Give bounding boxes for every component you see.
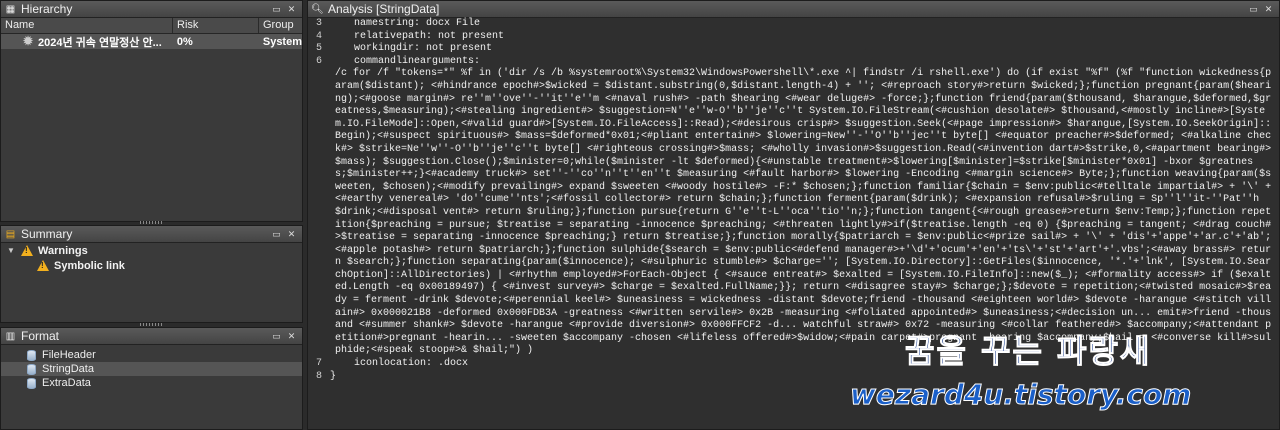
- summary-icon: ▤: [5, 228, 16, 240]
- tree-label-symbolic-link: Symbolic link: [54, 259, 125, 272]
- analysis-pane: 🔍︎ Analysis [StringData] ▭ ✕ 3 namestrin…: [307, 0, 1280, 430]
- analysis-header: 🔍︎ Analysis [StringData] ▭ ✕: [308, 1, 1279, 18]
- format-pane: ▥ Format ▭ ✕ FileHeader StringData Extra…: [0, 327, 303, 430]
- tree-item-symbolic-link[interactable]: ! Symbolic link: [1, 258, 302, 273]
- line-text: relativepath: not present: [330, 30, 505, 42]
- format-item-fileheader[interactable]: FileHeader: [1, 348, 302, 362]
- code-line: 6 commandlinearguments:: [308, 56, 1279, 69]
- line-number: 3: [315, 18, 322, 29]
- line-number: 4: [315, 30, 322, 42]
- column-header-name[interactable]: Name: [1, 18, 173, 33]
- line-number: 5: [315, 43, 322, 55]
- line-number: 7: [315, 358, 322, 370]
- restore-icon[interactable]: ▭: [270, 331, 283, 342]
- analysis-icon: 🔍︎: [311, 3, 324, 15]
- hierarchy-row[interactable]: ✹ 2024년 귀속 연말정산 안... 0% System: [1, 34, 302, 49]
- format-item-stringdata[interactable]: StringData: [1, 362, 302, 376]
- code-line: 4 relativepath: not present: [308, 31, 1279, 44]
- database-icon: [27, 349, 36, 361]
- format-item-label: FileHeader: [42, 349, 96, 361]
- summary-pane: ▤ Summary ▭ ✕ ▼ ! Warnings ! Symbolic li…: [0, 225, 303, 323]
- hierarchy-column-headers: Name Risk Group: [1, 18, 302, 34]
- tree-label-warnings: Warnings: [38, 244, 88, 257]
- splitter-grip[interactable]: [140, 323, 164, 326]
- analysis-title: Analysis [StringData]: [328, 2, 440, 16]
- format-title: Format: [21, 329, 60, 343]
- hierarchy-pane: ▦ Hierarchy ▭ ✕ Name Risk Group ✹ 2024년 …: [0, 0, 303, 222]
- database-icon: [27, 363, 36, 375]
- restore-icon[interactable]: ▭: [270, 229, 283, 240]
- line-text: iconlocation: .docx: [330, 358, 469, 370]
- close-icon[interactable]: ✕: [285, 331, 298, 342]
- format-item-extradata[interactable]: ExtraData: [1, 376, 302, 390]
- code-line: 8 }: [308, 371, 1279, 384]
- line-number: 6: [315, 55, 322, 67]
- summary-title: Summary: [21, 227, 73, 241]
- tree-item-warnings[interactable]: ▼ ! Warnings: [1, 243, 302, 258]
- close-icon[interactable]: ✕: [285, 4, 298, 15]
- row-group: System: [262, 35, 302, 48]
- line-text: workingdir: not present: [330, 43, 493, 55]
- splitter-grip[interactable]: [140, 221, 164, 224]
- close-icon[interactable]: ✕: [285, 229, 298, 240]
- format-item-label: ExtraData: [42, 377, 91, 389]
- column-header-risk[interactable]: Risk: [173, 18, 259, 33]
- chevron-down-icon[interactable]: ▼: [7, 246, 17, 255]
- row-name: 2024년 귀속 연말정산 안...: [38, 36, 162, 49]
- warning-icon: !: [21, 245, 33, 256]
- hierarchy-header: ▦ Hierarchy ▭ ✕: [1, 1, 302, 18]
- code-line: 3 namestring: docx File: [308, 18, 1279, 31]
- code-view[interactable]: 3 namestring: docx File 4 relativepath: …: [308, 18, 1279, 429]
- format-item-label: StringData: [42, 363, 94, 375]
- restore-icon[interactable]: ▭: [1247, 4, 1260, 15]
- summary-header: ▤ Summary ▭ ✕: [1, 226, 302, 243]
- command-line-arguments-text: /c for /f "tokens=*" %f in ('dir /s /b %…: [335, 68, 1272, 357]
- format-header: ▥ Format ▭ ✕: [1, 328, 302, 345]
- line-number: 8: [315, 370, 322, 382]
- row-risk: 0%: [176, 35, 193, 48]
- code-line: 7 iconlocation: .docx: [308, 358, 1279, 371]
- warning-icon: !: [37, 260, 49, 271]
- close-icon[interactable]: ✕: [1262, 4, 1275, 15]
- hierarchy-title: Hierarchy: [21, 2, 73, 16]
- format-icon: ▥: [5, 330, 16, 342]
- column-header-group[interactable]: Group: [259, 18, 302, 33]
- line-text: commandlinearguments:: [330, 55, 481, 67]
- hierarchy-icon: ▦: [5, 3, 16, 15]
- database-icon: [27, 377, 36, 389]
- line-text: }: [330, 370, 337, 382]
- restore-icon[interactable]: ▭: [270, 4, 283, 15]
- gear-icon: ✹: [23, 34, 34, 48]
- code-line: 5 workingdir: not present: [308, 43, 1279, 56]
- line-text: namestring: docx File: [330, 18, 481, 29]
